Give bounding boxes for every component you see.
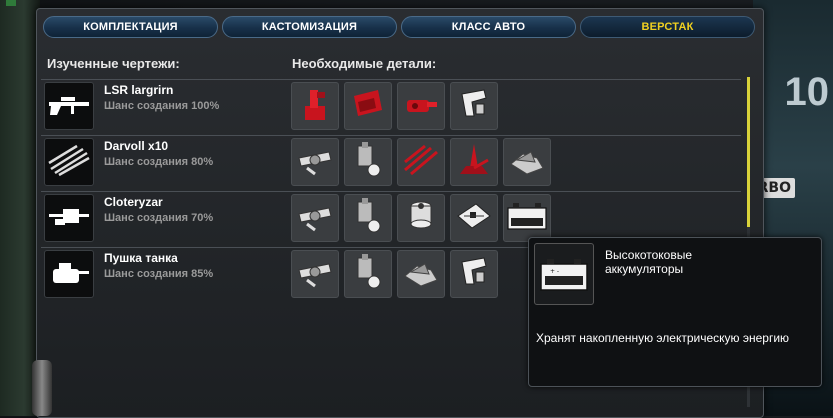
metal-scrap-icon — [401, 252, 441, 297]
blueprint-chance: Шанс создания 85% — [104, 268, 214, 280]
required-part-slot[interactable] — [503, 138, 551, 186]
blueprint-thumbnail[interactable] — [44, 138, 94, 186]
required-part-slot[interactable] — [344, 138, 392, 186]
required-part-slot[interactable] — [291, 250, 339, 298]
tab-workbench[interactable]: ВЕРСТАК — [580, 16, 755, 38]
required-part-slot[interactable] — [450, 138, 498, 186]
servo-module-icon — [295, 140, 335, 185]
required-part-slot[interactable] — [397, 194, 445, 242]
decor-pipe — [32, 360, 52, 416]
red-gun-mount-icon — [295, 84, 335, 129]
hydraulic-block-icon — [348, 196, 388, 241]
blueprint-row[interactable]: Darvoll x10 Шанс создания 80% — [41, 135, 741, 191]
metal-scrap-icon — [507, 140, 547, 185]
blueprint-name: Cloteryzar — [104, 195, 163, 209]
blueprint-thumbnail[interactable] — [44, 194, 94, 242]
rocket-pod-icon — [47, 143, 91, 182]
required-parts-header: Необходимые детали: — [292, 56, 437, 71]
blueprint-thumbnail[interactable] — [44, 250, 94, 298]
required-part-slot[interactable] — [397, 250, 445, 298]
blueprint-chance: Шанс создания 70% — [104, 212, 214, 224]
red-armor-plate-icon — [348, 84, 388, 129]
blueprint-chance: Шанс создания 100% — [104, 100, 220, 112]
row-divider — [41, 135, 741, 136]
gun-frame-icon — [454, 252, 494, 297]
required-part-slot[interactable] — [344, 250, 392, 298]
sniper-rifle-icon — [47, 89, 91, 124]
blueprint-chance: Шанс создания 80% — [104, 156, 214, 168]
learned-blueprints-header: Изученные чертежи: — [47, 56, 180, 71]
gun-frame-icon — [454, 84, 494, 129]
part-tooltip: + - Высокотоковые аккумуляторы Хранят на… — [528, 237, 822, 387]
row-divider — [41, 79, 741, 80]
svg-text:+ -: + - — [550, 268, 559, 275]
required-part-slot[interactable] — [450, 194, 498, 242]
blueprint-name: Пушка танка — [104, 251, 178, 265]
required-part-slot[interactable] — [344, 194, 392, 242]
red-rockets-icon — [401, 140, 441, 185]
car-battery-icon: + - — [540, 259, 588, 291]
required-part-slot[interactable] — [397, 138, 445, 186]
laser-cannon-icon — [47, 201, 91, 236]
car-number: 10 — [784, 70, 830, 114]
row-divider — [41, 191, 741, 192]
servo-module-icon — [295, 196, 335, 241]
wire-spool-icon — [401, 196, 441, 241]
tab-car-class[interactable]: КЛАСС АВТО — [401, 16, 576, 38]
blueprint-name: LSR largrirn — [104, 83, 174, 97]
blueprint-thumbnail[interactable] — [44, 82, 94, 130]
hydraulic-block-icon — [348, 252, 388, 297]
scrollbar-thumb[interactable] — [747, 77, 750, 227]
background-light — [6, 0, 16, 6]
required-part-slot[interactable] — [397, 82, 445, 130]
car-battery-icon — [506, 201, 548, 236]
tooltip-description: Хранят накопленную электрическую энергию — [536, 331, 790, 345]
red-turret-icon — [401, 84, 441, 129]
tank-turret-icon — [47, 257, 91, 292]
required-part-slot[interactable] — [503, 194, 551, 242]
circuit-board-icon — [454, 196, 494, 241]
background-left — [0, 0, 40, 416]
blueprint-row[interactable]: LSR largrirn Шанс создания 100% — [41, 79, 741, 135]
required-part-slot[interactable] — [344, 82, 392, 130]
tab-customization[interactable]: КАСТОМИЗАЦИЯ — [222, 16, 397, 38]
tooltip-title: Высокотоковые аккумуляторы — [605, 248, 692, 276]
required-part-slot[interactable] — [450, 250, 498, 298]
required-part-slot[interactable] — [291, 82, 339, 130]
servo-module-icon — [295, 252, 335, 297]
hydraulic-block-icon — [348, 140, 388, 185]
required-part-slot[interactable] — [291, 194, 339, 242]
red-launcher-icon — [454, 140, 494, 185]
required-part-slot[interactable] — [291, 138, 339, 186]
tab-bar: КОМПЛЕКТАЦИЯ КАСТОМИЗАЦИЯ КЛАСС АВТО ВЕР… — [43, 16, 755, 38]
required-part-slot[interactable] — [450, 82, 498, 130]
tab-equipment[interactable]: КОМПЛЕКТАЦИЯ — [43, 16, 218, 38]
blueprint-name: Darvoll x10 — [104, 139, 169, 153]
tooltip-icon-frame: + - — [534, 243, 594, 305]
